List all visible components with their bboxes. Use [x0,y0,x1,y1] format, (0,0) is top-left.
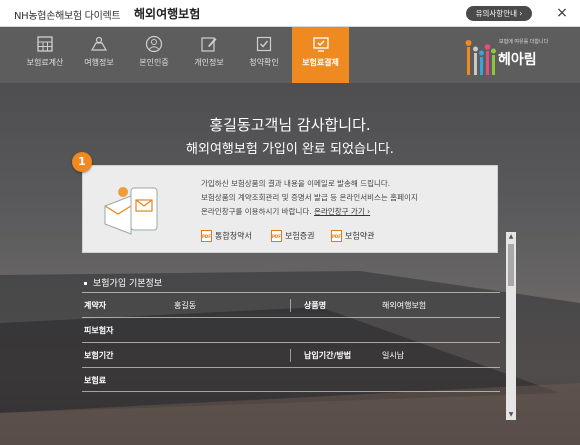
step-badge: 1 [72,152,92,172]
close-icon[interactable]: × [553,4,571,22]
tab-premium-calc[interactable]: 보험료계산 [20,27,70,83]
logo-text: 헤아림 [498,52,537,68]
table-value: 일시납 [382,351,405,360]
section-title-text: 보험가입 기본정보 [93,279,163,289]
brand-name: NH농협손해보험 다이렉트 [14,11,121,22]
pdf-icon: PDF [201,230,212,242]
tab-label: 개인정보 [194,58,224,67]
tab-label: 보험료계산 [26,58,64,67]
map-icon [90,36,108,51]
table-row: 보험료 [82,367,500,392]
tab-label: 본인인증 [139,58,169,67]
table-value: 해외여행보험 [382,301,427,310]
step-nav: 보험료계산 여행정보 본인인증 개인정보 청약확인 보험료결제 보험에 여유를 … [0,27,580,83]
table-value: 홍길동 [174,301,197,310]
scrollbar[interactable]: ▲ ▼ [506,232,516,420]
tab-label: 여행정보 [84,58,114,67]
doc-label: 보험증권 [285,231,315,241]
title-bar: NH농협손해보험 다이렉트 해외여행보험 유의사항안내 › × [0,0,580,27]
pdf-icon: PDF [271,230,282,242]
scroll-down-icon[interactable]: ▼ [506,410,516,420]
tab-premium-payment[interactable]: 보험료결제 [292,27,349,83]
table-header: 상품명 [304,301,327,310]
result-info-box: 가입하신 보험상품의 결과 내용을 이메일로 발송해 드립니다. 보험상품의 계… [82,165,498,253]
tab-subscription-confirm[interactable]: 청약확인 [241,27,287,83]
policy-certificate-pdf-link[interactable]: PDF 보험증권 [271,230,314,242]
scroll-up-icon[interactable]: ▲ [506,232,516,242]
online-counter-link[interactable]: 온라인창구 가기 › [314,207,370,216]
info-line-2: 보험상품의 계약조회관리 및 증명서 발급 등 온라인서비스는 홈페이지 [201,193,418,202]
combined-application-pdf-link[interactable]: PDF 통합청약서 [201,230,252,242]
tab-identity-verify[interactable]: 본인인증 [131,27,177,83]
email-device-icon [104,187,158,235]
table-header: 보험기간 [84,351,114,360]
checkbox-icon [256,36,272,52]
bullet-icon [84,282,87,285]
scroll-thumb[interactable] [508,244,514,286]
notice-button[interactable]: 유의사항안내 › [466,6,532,21]
logo-tagline: 보험에 여유를 더합니다 [499,39,549,45]
table-row: 피보험자 [82,317,500,342]
thanks-heading: 홍길동고객님 감사합니다. [209,116,371,134]
policy-terms-pdf-link[interactable]: PDF 보험약관 [331,230,374,242]
edit-icon [201,37,217,52]
table-row: 계약자 홍길동 상품명 해외여행보험 [82,292,500,317]
section-title: 보험가입 기본정보 [84,276,162,289]
table-header: 보험료 [84,376,107,385]
column-divider [290,299,291,312]
info-line-3-text: 온라인창구를 이용하시기 바랍니다. [201,207,312,216]
payment-icon [312,37,329,52]
pdf-icon: PDF [331,230,342,242]
column-divider [290,349,291,362]
app-title: 해외여행보험 [134,7,201,21]
user-icon [145,35,163,53]
table-row: 보험기간 납입기간/방법 일시납 [82,342,500,367]
table-header: 계약자 [84,301,107,310]
basic-info-table: 계약자 홍길동 상품명 해외여행보험 피보험자 보험기간 납입기간/방법 일시납… [82,292,500,392]
info-line-1: 가입하신 보험상품의 결과 내용을 이메일로 발송해 드립니다. [201,179,391,188]
mascot-logo-icon [465,40,496,75]
info-line-3: 온라인창구를 이용하시기 바랍니다. 온라인창구 가기 › [201,206,370,217]
tab-label: 청약확인 [249,58,279,67]
calculator-icon [37,36,53,52]
tab-personal-info[interactable]: 개인정보 [186,27,232,83]
table-header: 납입기간/방법 [304,351,352,360]
table-header: 피보험자 [84,326,114,335]
tab-label: 보험료결제 [302,58,339,67]
doc-label: 보험약관 [345,231,375,241]
tab-travel-info[interactable]: 여행정보 [76,27,122,83]
doc-label: 통합청약서 [215,231,252,241]
